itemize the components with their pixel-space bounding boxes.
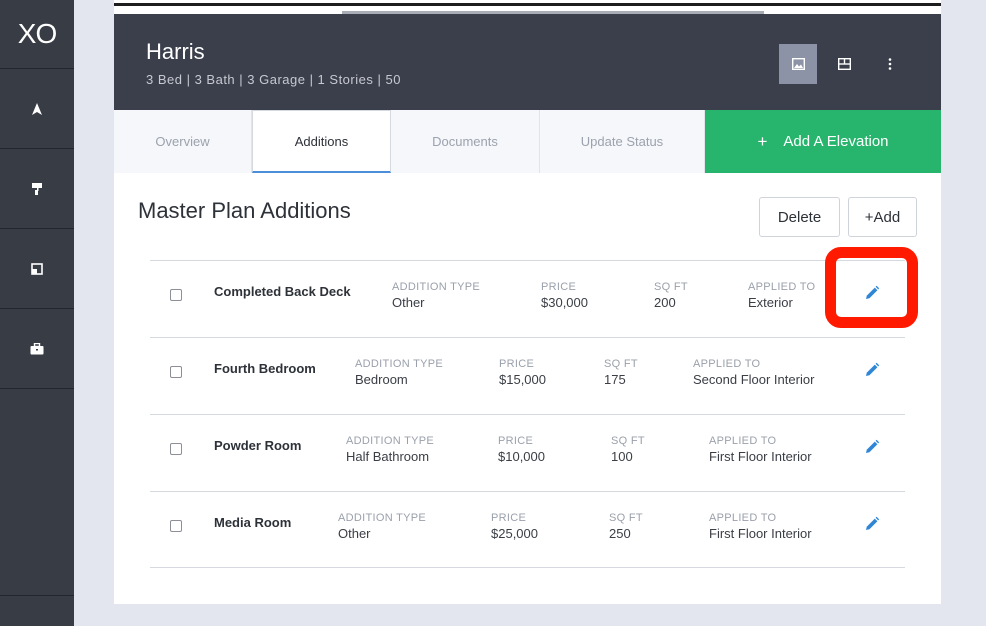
app-logo[interactable]: XO	[0, 0, 74, 69]
navigate-icon	[32, 102, 42, 115]
sidebar: XO	[0, 0, 74, 626]
applied-to-value: First Floor Interior	[709, 449, 812, 464]
price-value: $30,000	[541, 295, 588, 310]
applied-to-value: First Floor Interior	[709, 526, 812, 541]
plan-header: Harris 3 Bed | 3 Bath | 3 Garage | 1 Sto…	[114, 14, 941, 110]
price-label: PRICE	[499, 358, 535, 370]
sidebar-item-briefcase[interactable]	[0, 309, 74, 389]
sidebar-divider	[0, 595, 74, 596]
price-value: $25,000	[491, 526, 538, 541]
section-title: Master Plan Additions	[138, 198, 351, 223]
edit-pencil-icon[interactable]	[864, 362, 880, 378]
sidebar-item-floorplan[interactable]	[0, 229, 74, 309]
tab-documents[interactable]: Documents	[391, 110, 540, 173]
applied-to-label: APPLIED TO	[709, 512, 777, 524]
add-elevation-label: Add A Elevation	[783, 133, 889, 150]
table-row: Media Room ADDITION TYPE Other PRICE $25…	[150, 491, 905, 568]
applied-to-cell: APPLIED TO Exterior	[748, 281, 815, 310]
sqft-cell: SQ FT 200	[654, 281, 688, 310]
price-value: $15,000	[499, 372, 546, 387]
edit-pencil-icon[interactable]	[864, 439, 880, 455]
sqft-label: SQ FT	[609, 512, 643, 524]
edit-pencil-icon[interactable]	[864, 516, 880, 532]
delete-button[interactable]: Delete	[759, 197, 840, 237]
applied-to-label: APPLIED TO	[748, 281, 816, 293]
add-button[interactable]: +Add	[848, 197, 917, 237]
row-checkbox[interactable]	[170, 289, 182, 301]
table-row: Fourth Bedroom ADDITION TYPE Bedroom PRI…	[150, 337, 905, 414]
sqft-cell: SQ FT 175	[604, 358, 638, 387]
price-cell: PRICE $25,000	[491, 512, 538, 541]
sqft-label: SQ FT	[604, 358, 638, 370]
table-row: Powder Room ADDITION TYPE Half Bathroom …	[150, 414, 905, 491]
addition-type-value: Other	[338, 526, 371, 541]
more-vertical-icon	[888, 58, 892, 70]
addition-name: Completed Back Deck	[214, 284, 351, 299]
edit-highlight-box	[825, 247, 918, 328]
plan-panel: Harris 3 Bed | 3 Bath | 3 Garage | 1 Sto…	[114, 0, 941, 604]
paint-roller-icon	[32, 182, 42, 195]
applied-to-label: APPLIED TO	[709, 435, 777, 447]
floorplan-view-button[interactable]	[825, 44, 863, 84]
applied-to-cell: APPLIED TO First Floor Interior	[709, 435, 812, 464]
sqft-value: 175	[604, 372, 626, 387]
price-cell: PRICE $15,000	[499, 358, 546, 387]
addition-type-label: ADDITION TYPE	[355, 358, 444, 370]
row-checkbox[interactable]	[170, 520, 182, 532]
price-label: PRICE	[541, 281, 577, 293]
add-elevation-button[interactable]: + Add A Elevation	[705, 110, 941, 173]
briefcase-icon	[30, 342, 44, 354]
sqft-value: 100	[611, 449, 633, 464]
sqft-cell: SQ FT 250	[609, 512, 643, 541]
addition-name: Media Room	[214, 515, 292, 530]
plan-title: Harris	[146, 39, 205, 64]
addition-type-value: Other	[392, 295, 425, 310]
row-checkbox[interactable]	[170, 443, 182, 455]
addition-type-cell: ADDITION TYPE Bedroom	[355, 358, 443, 387]
table-row: Completed Back Deck ADDITION TYPE Other …	[150, 260, 905, 337]
plan-subtitle: 3 Bed | 3 Bath | 3 Garage | 1 Stories | …	[146, 72, 401, 87]
sqft-value: 200	[654, 295, 676, 310]
top-divider	[114, 3, 941, 6]
row-checkbox[interactable]	[170, 366, 182, 378]
addition-name: Fourth Bedroom	[214, 361, 316, 376]
addition-type-label: ADDITION TYPE	[392, 281, 481, 293]
image-view-button[interactable]	[779, 44, 817, 84]
sqft-cell: SQ FT 100	[611, 435, 645, 464]
addition-type-value: Half Bathroom	[346, 449, 430, 464]
plan-tabs: Overview Additions Documents Update Stat…	[114, 110, 941, 173]
tab-update-status[interactable]: Update Status	[540, 110, 705, 173]
sidebar-item-paint[interactable]	[0, 149, 74, 229]
addition-type-cell: ADDITION TYPE Half Bathroom	[346, 435, 434, 464]
tab-additions[interactable]: Additions	[252, 110, 391, 173]
addition-name: Powder Room	[214, 438, 302, 453]
applied-to-value: Exterior	[748, 295, 793, 310]
sqft-label: SQ FT	[611, 435, 645, 447]
price-label: PRICE	[498, 435, 534, 447]
top-strip	[114, 0, 941, 14]
addition-type-value: Bedroom	[355, 372, 408, 387]
sqft-value: 250	[609, 526, 631, 541]
layout-icon	[837, 58, 851, 70]
more-options-button[interactable]	[871, 44, 909, 84]
tab-overview[interactable]: Overview	[114, 110, 252, 173]
price-cell: PRICE $30,000	[541, 281, 588, 310]
addition-type-cell: ADDITION TYPE Other	[392, 281, 480, 310]
floorplan-icon	[31, 262, 43, 275]
addition-type-cell: ADDITION TYPE Other	[338, 512, 426, 541]
applied-to-cell: APPLIED TO First Floor Interior	[709, 512, 812, 541]
price-value: $10,000	[498, 449, 545, 464]
plus-icon: +	[757, 131, 768, 151]
price-cell: PRICE $10,000	[498, 435, 545, 464]
applied-to-label: APPLIED TO	[693, 358, 761, 370]
price-label: PRICE	[491, 512, 527, 524]
image-icon	[791, 58, 805, 70]
sqft-label: SQ FT	[654, 281, 688, 293]
sidebar-item-navigate[interactable]	[0, 69, 74, 149]
applied-to-value: Second Floor Interior	[693, 372, 815, 387]
addition-type-label: ADDITION TYPE	[346, 435, 435, 447]
applied-to-cell: APPLIED TO Second Floor Interior	[693, 358, 814, 387]
addition-type-label: ADDITION TYPE	[338, 512, 427, 524]
